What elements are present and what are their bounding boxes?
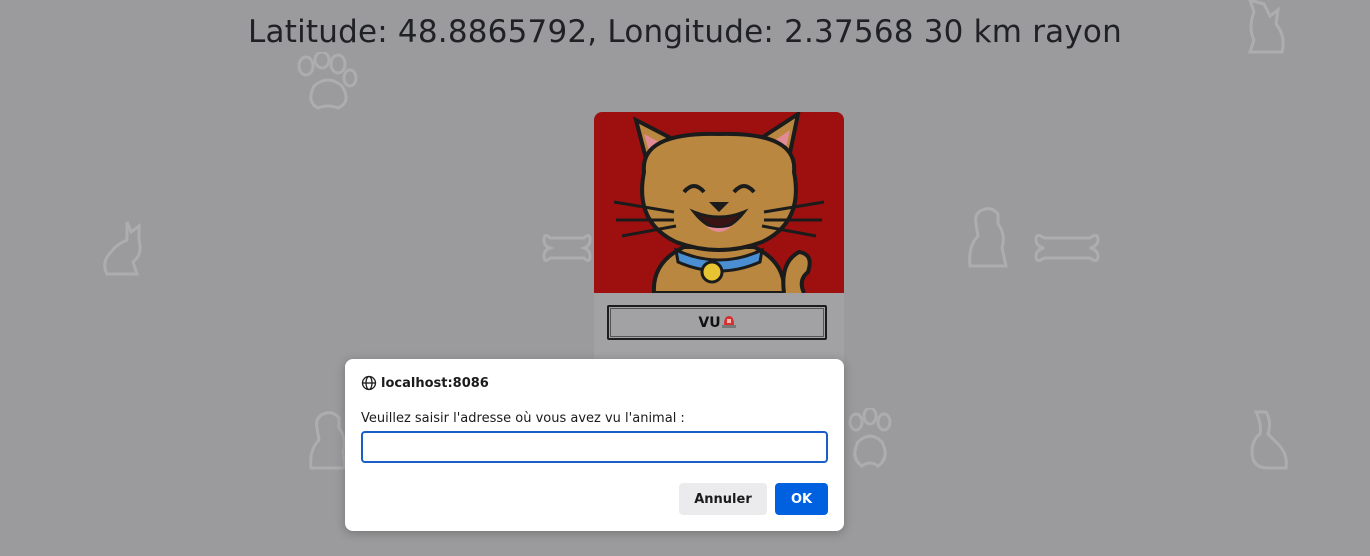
dialog-origin-text: localhost:8086 [381, 375, 489, 391]
bone-icon [1034, 233, 1100, 263]
globe-icon [361, 375, 377, 391]
rabbit-icon [1250, 410, 1288, 470]
cancel-button[interactable]: Annuler [679, 483, 767, 515]
siren-icon [721, 316, 736, 328]
prompt-dialog: localhost:8086 Veuillez saisir l'adresse… [345, 359, 844, 531]
seen-button-label: VU [698, 314, 721, 331]
dialog-origin: localhost:8086 [361, 375, 489, 391]
animal-card: VU [594, 112, 844, 372]
dog-icon [968, 207, 1008, 268]
seen-button[interactable]: VU [607, 305, 827, 340]
paw-icon [297, 52, 358, 110]
ok-button[interactable]: OK [775, 483, 828, 515]
paw-icon [848, 408, 892, 468]
address-input[interactable] [361, 431, 828, 463]
animal-photo [594, 112, 844, 295]
page-title: Latitude: 48.8865792, Longitude: 2.37568… [248, 14, 1122, 50]
cat-icon [103, 221, 142, 276]
cat-illustration-icon [613, 112, 825, 295]
bone-icon [542, 233, 592, 263]
dialog-message: Veuillez saisir l'adresse où vous avez v… [361, 411, 685, 426]
